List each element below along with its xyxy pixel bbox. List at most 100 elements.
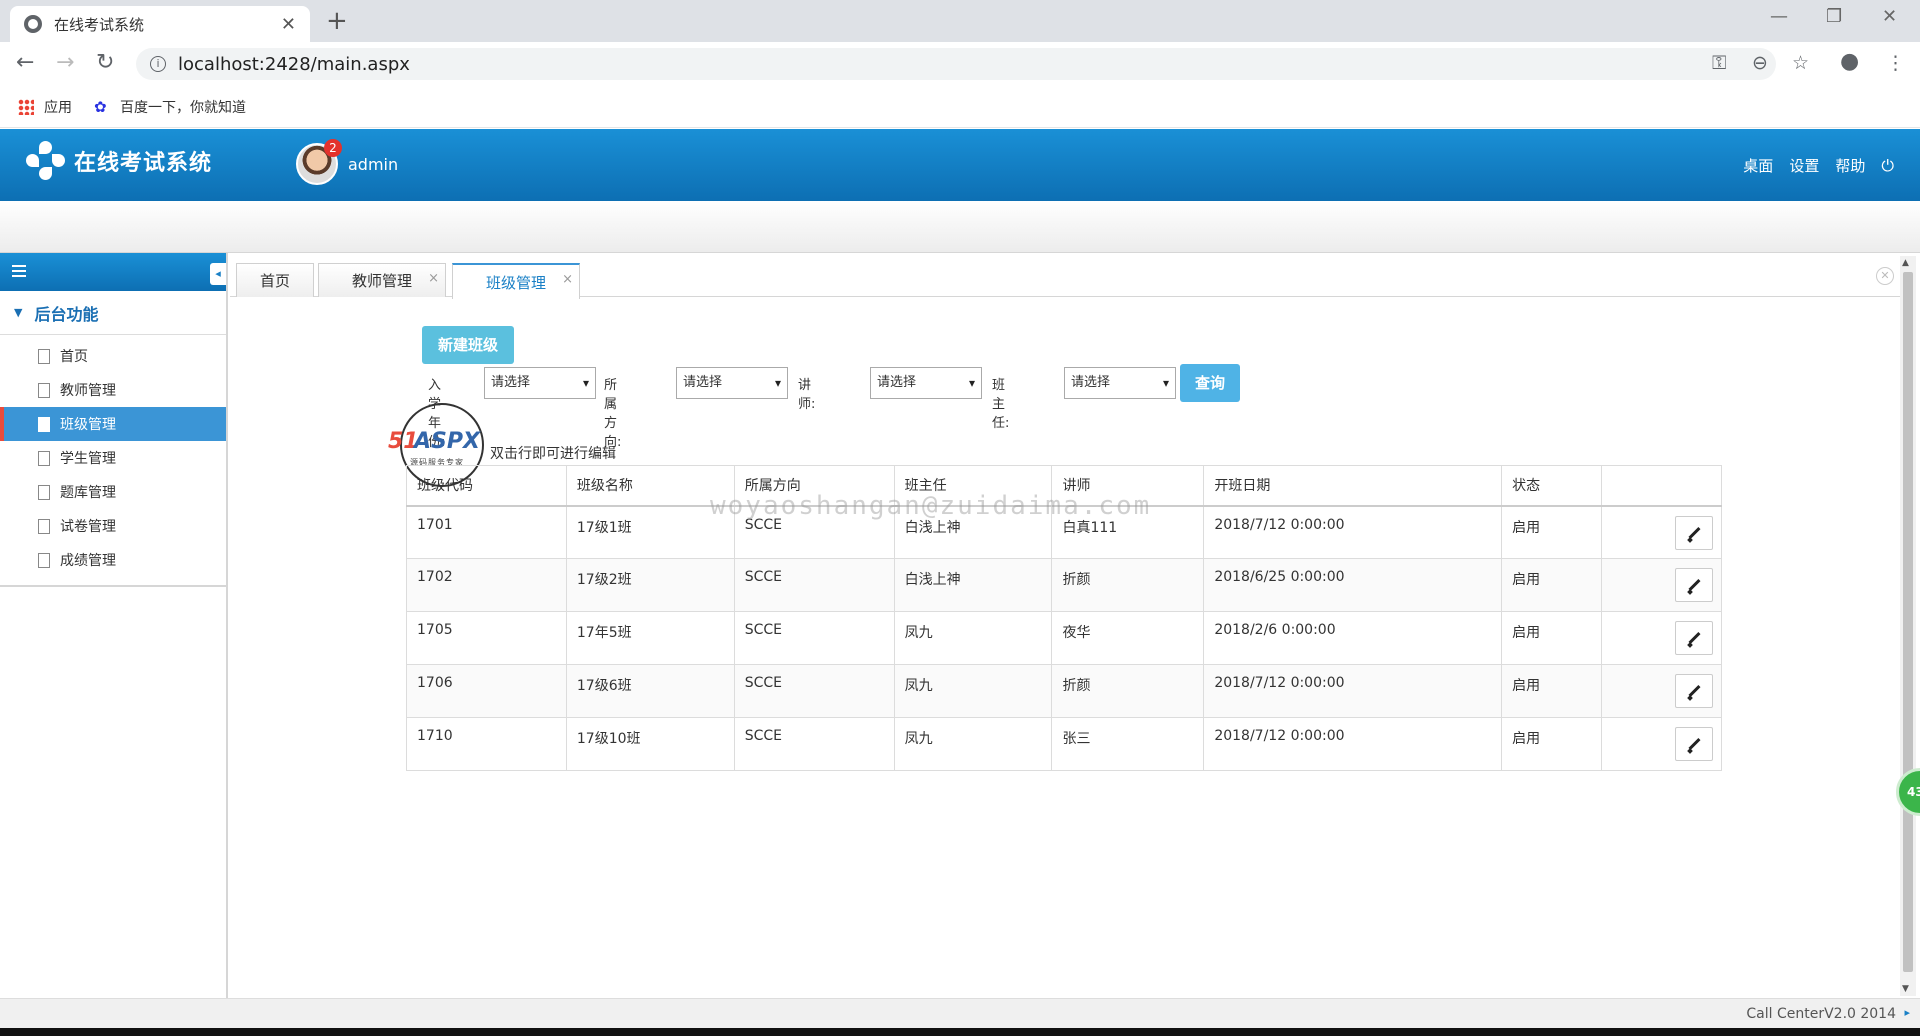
header-subbar [0, 201, 1920, 253]
query-button[interactable]: 查询 [1180, 364, 1240, 402]
sidebar-item-question-bank[interactable]: 题库管理 [0, 475, 226, 509]
help-link[interactable]: 帮助 [1835, 155, 1865, 176]
edit-pencil-icon[interactable] [1675, 568, 1713, 602]
tab-label: 首页 [259, 272, 290, 290]
close-tab-icon[interactable]: × [428, 271, 439, 286]
sidebar-item-label: 班级管理 [60, 417, 116, 433]
table-row[interactable]: 1702 17级2班 SCCE 白浅上神 折颜 2018/6/25 0:00:0… [406, 558, 1722, 612]
user-menu[interactable]: 2 admin [296, 139, 398, 185]
window-close-icon[interactable]: ✕ [1882, 6, 1897, 27]
sidebar-item-label: 教师管理 [60, 383, 116, 399]
restore-icon[interactable]: ❐ [1826, 6, 1842, 27]
table-row[interactable]: 1705 17年5班 SCCE 凤九 夜华 2018/2/6 0:00:00 启… [406, 611, 1722, 665]
new-class-button[interactable]: 新建班级 [422, 326, 514, 364]
cell-lecturer: 折颜 [1051, 558, 1205, 612]
cell-status: 启用 [1501, 611, 1603, 665]
browser-tabstrip: 在线考试系统 ✕ + — ❐ ✕ [0, 0, 1920, 42]
info-icon[interactable]: i [150, 56, 166, 72]
cell-status: 启用 [1501, 558, 1603, 612]
globe-icon [24, 15, 42, 33]
browser-tab[interactable]: 在线考试系统 ✕ [10, 6, 310, 42]
sidebar-group-header[interactable]: ▼ 后台功能 [0, 291, 226, 335]
sidebar-item-classes[interactable]: 班级管理 [0, 407, 226, 441]
watermark-logo-b: ASPX [414, 429, 480, 454]
more-menu-icon[interactable]: ⋮ [1886, 52, 1905, 74]
cell-head-teacher: 白浅上神 [893, 558, 1053, 612]
cell-lecturer: 折颜 [1051, 664, 1205, 718]
bookmark-baidu[interactable]: ✿ 百度一下，你就知道 [94, 97, 246, 117]
table-row[interactable]: 1710 17级10班 SCCE 凤九 张三 2018/7/12 0:00:00… [406, 717, 1722, 771]
footer-arrow-icon[interactable]: ▸ [1904, 1006, 1910, 1019]
cell-direction: SCCE [733, 664, 895, 718]
menu-icon[interactable] [12, 265, 26, 277]
cell-status: 启用 [1501, 664, 1603, 718]
sidebar-item-label: 学生管理 [60, 451, 116, 467]
settings-link[interactable]: 设置 [1789, 155, 1819, 176]
forward-icon[interactable]: → [56, 50, 74, 75]
tab-home[interactable]: 首页 [236, 263, 314, 297]
cell-code: 1705 [406, 611, 567, 665]
edit-pencil-icon[interactable] [1675, 515, 1713, 550]
cell-actions [1601, 664, 1722, 718]
collapse-sidebar-button[interactable]: ◂ [210, 263, 226, 285]
cell-actions [1601, 611, 1722, 665]
avatar[interactable]: 2 [296, 139, 342, 185]
desktop-link[interactable]: 桌面 [1743, 155, 1773, 176]
star-icon[interactable]: ☆ [1792, 52, 1809, 74]
browser-tab-title: 在线考试系统 [54, 15, 145, 34]
profile-icon[interactable]: ● [1840, 49, 1859, 74]
column-header[interactable]: 状态 [1501, 465, 1603, 507]
cell-head-teacher: 凤九 [893, 664, 1053, 718]
new-tab-button[interactable]: + [326, 6, 348, 36]
document-icon [38, 348, 50, 364]
edit-pencil-icon[interactable] [1675, 621, 1713, 655]
column-header [1601, 465, 1722, 507]
username[interactable]: admin [348, 155, 398, 174]
sidebar-item-students[interactable]: 学生管理 [0, 441, 226, 475]
close-all-tabs-icon[interactable]: ✕ [1876, 267, 1894, 285]
close-tab-icon[interactable]: ✕ [281, 14, 296, 35]
scroll-down-icon[interactable]: ▼ [1902, 984, 1909, 994]
filter-label-lecturer: 讲师: [798, 378, 816, 412]
bookmark-apps[interactable]: 应用 [18, 97, 72, 117]
power-icon[interactable]: ⏻ [1881, 156, 1894, 176]
scroll-up-icon[interactable]: ▲ [1902, 258, 1909, 268]
bookmark-label: 应用 [44, 99, 72, 116]
direction-select[interactable]: 请选择 [676, 367, 788, 399]
edit-pencil-icon[interactable] [1675, 674, 1713, 708]
lecturer-select[interactable]: 请选择 [870, 367, 982, 399]
column-header[interactable]: 班级代码 [406, 465, 567, 507]
sidebar-item-scores[interactable]: 成绩管理 [0, 543, 226, 577]
sidebar-list: 首页 教师管理 班级管理 学生管理 题库管理 试卷管理 成绩管理 [0, 335, 226, 587]
table-row[interactable]: 1706 17级6班 SCCE 凤九 折颜 2018/7/12 0:00:00 … [406, 664, 1722, 718]
head-teacher-select[interactable]: 请选择 [1064, 367, 1176, 399]
content-area: 首页 教师管理 × 班级管理 × ✕ 新建班级 入学年份: 请选择 所属方向: … [230, 253, 1920, 998]
reload-icon[interactable]: ↻ [96, 50, 114, 75]
year-select[interactable]: 请选择 [484, 367, 596, 399]
content-tabs: 首页 教师管理 × 班级管理 × [230, 261, 1900, 299]
cell-lecturer: 张三 [1051, 717, 1205, 771]
back-icon[interactable]: ← [16, 50, 34, 75]
sidebar-item-papers[interactable]: 试卷管理 [0, 509, 226, 543]
sidebar-item-teachers[interactable]: 教师管理 [0, 373, 226, 407]
content-scrollbar[interactable]: ▲ ▼ [1900, 256, 1916, 996]
cell-code: 1701 [406, 505, 567, 559]
bottom-edge [0, 1028, 1920, 1036]
key-icon[interactable]: ⚿ [1712, 52, 1726, 74]
url-text[interactable]: localhost:2428/main.aspx [178, 54, 410, 75]
address-bar[interactable]: i localhost:2428/main.aspx [136, 48, 1776, 80]
notification-badge: 2 [324, 139, 342, 157]
edit-pencil-icon[interactable] [1675, 727, 1713, 761]
address-bar-row: ← → ↻ i localhost:2428/main.aspx ⚿ ⊖ ☆ ●… [0, 42, 1920, 86]
sidebar-item-home[interactable]: 首页 [0, 339, 226, 373]
scrollbar-thumb[interactable] [1903, 272, 1913, 972]
baidu-paw-icon: ✿ [94, 97, 107, 116]
minimize-icon[interactable]: — [1770, 6, 1788, 27]
zoom-icon[interactable]: ⊖ [1752, 52, 1768, 74]
tab-teachers[interactable]: 教师管理 × [318, 263, 446, 297]
logo-icon [26, 141, 66, 181]
close-tab-icon[interactable]: × [562, 272, 573, 287]
tab-classes[interactable]: 班级管理 × [452, 263, 580, 299]
app-title: 在线考试系统 [74, 151, 213, 176]
column-header[interactable]: 开班日期 [1203, 465, 1503, 507]
